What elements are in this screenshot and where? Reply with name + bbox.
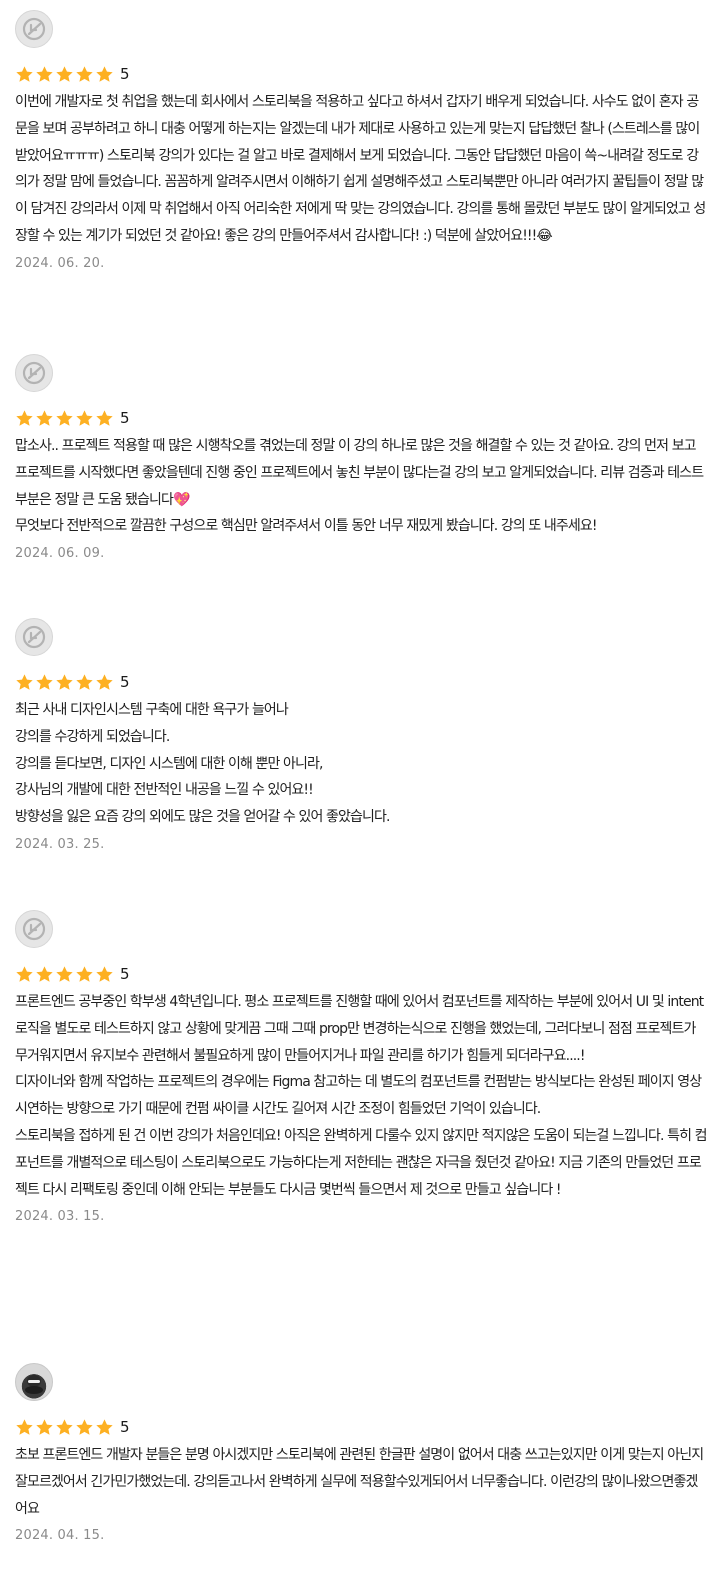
star-rating: 5	[15, 1416, 709, 1438]
star-rating: 5	[15, 407, 709, 429]
star-icon	[96, 65, 113, 82]
star-icon	[56, 65, 73, 82]
review-date: 2024. 06. 09.	[15, 546, 105, 562]
star-icon	[96, 1418, 113, 1435]
star-icon	[76, 409, 93, 426]
star-icon	[36, 673, 53, 690]
star-icon	[56, 965, 73, 982]
rating-value: 5	[120, 65, 130, 83]
rating-value: 5	[120, 1418, 130, 1436]
star-icon	[96, 965, 113, 982]
star-icon	[56, 673, 73, 690]
star-rating: 5	[15, 963, 709, 985]
star-icon	[16, 65, 33, 82]
review-text: 프론트엔드 공부중인 학부생 4학년입니다. 평소 프로젝트를 진행할 때에 있…	[15, 994, 707, 1198]
review-date: 2024. 06. 20.	[15, 255, 105, 271]
review-item: 5 최근 사내 디자인시스템 구축에 대한 욕구가 늘어나 강의를 수강하게 되…	[15, 618, 709, 852]
default-profile-icon	[15, 618, 53, 656]
user-photo-avatar	[15, 1363, 53, 1401]
star-icon	[16, 1418, 33, 1435]
star-icon	[56, 1418, 73, 1435]
rating-value: 5	[120, 409, 130, 427]
star-rating: 5	[15, 671, 709, 693]
default-profile-icon	[15, 10, 53, 48]
star-icon	[96, 409, 113, 426]
review-text: 초보 프론트엔드 개발자 분들은 분명 아시겠지만 스토리북에 관련된 한글판 …	[15, 1447, 707, 1517]
review-item: 5 이번에 개발자로 첫 취업을 했는데 회사에서 스토리북을 적용하고 싶다고…	[15, 10, 709, 271]
star-icon	[36, 965, 53, 982]
star-icon	[76, 1418, 93, 1435]
star-icon	[16, 965, 33, 982]
review-text: 맙소사.. 프로젝트 적용할 때 많은 시행착오를 겪었는데 정말 이 강의 하…	[15, 438, 704, 535]
review-text: 최근 사내 디자인시스템 구축에 대한 욕구가 늘어나 강의를 수강하게 되었습…	[15, 702, 390, 826]
star-icon	[76, 65, 93, 82]
star-icon	[36, 1418, 53, 1435]
star-icon	[56, 409, 73, 426]
star-icon	[16, 673, 33, 690]
star-icon	[76, 673, 93, 690]
star-icon	[16, 409, 33, 426]
review-date: 2024. 04. 15.	[15, 1528, 105, 1544]
review-date: 2024. 03. 25.	[15, 836, 105, 852]
review-date: 2024. 03. 15.	[15, 1209, 105, 1225]
rating-value: 5	[120, 673, 130, 691]
review-item: 5 맙소사.. 프로젝트 적용할 때 많은 시행착오를 겪었는데 정말 이 강의…	[15, 354, 709, 561]
star-rating: 5	[15, 63, 709, 85]
star-icon	[36, 409, 53, 426]
star-icon	[76, 965, 93, 982]
default-profile-icon	[15, 354, 53, 392]
review-item: 5 초보 프론트엔드 개발자 분들은 분명 아시겠지만 스토리북에 관련된 한글…	[15, 1363, 709, 1543]
star-icon	[96, 673, 113, 690]
rating-value: 5	[120, 965, 130, 983]
review-item: 5 프론트엔드 공부중인 학부생 4학년입니다. 평소 프로젝트를 진행할 때에…	[15, 910, 709, 1224]
review-list: 5 이번에 개발자로 첫 취업을 했는데 회사에서 스토리북을 적용하고 싶다고…	[0, 0, 721, 1588]
default-profile-icon	[15, 910, 53, 948]
star-icon	[36, 65, 53, 82]
review-text: 이번에 개발자로 첫 취업을 했는데 회사에서 스토리북을 적용하고 싶다고 하…	[15, 94, 706, 244]
